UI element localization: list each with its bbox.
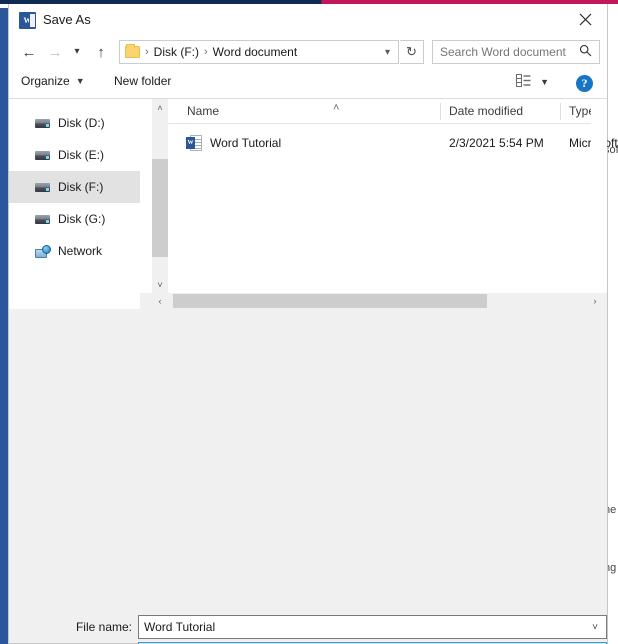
sort-ascending-icon: ˄ xyxy=(333,102,340,114)
refresh-icon[interactable]: ↻ xyxy=(400,40,424,64)
organize-button[interactable]: Organize ▼ xyxy=(21,74,85,88)
horizontal-scrollbar[interactable]: ‹ › xyxy=(140,293,607,309)
sidebar-item-label: Disk (D:) xyxy=(58,116,105,130)
search-input[interactable]: Search Word document xyxy=(432,40,600,64)
navigation-bar: ← → ▾ ↑ › Disk (F:) › Word document ▾ ↻ … xyxy=(9,36,607,68)
scroll-right-icon[interactable]: › xyxy=(587,293,603,309)
word-icon: W xyxy=(19,12,36,29)
chevron-down-icon[interactable]: ▾ xyxy=(385,47,390,58)
scroll-down-icon[interactable]: ˅ xyxy=(152,276,168,293)
chevron-down-icon: ▼ xyxy=(540,77,549,87)
save-as-dialog: W Save As ← → ▾ ↑ › Disk (F:) › Word doc… xyxy=(8,4,618,644)
save-form-area: File name: Save as type: Authors: Word T… xyxy=(9,309,607,644)
scroll-left-icon[interactable]: ‹ xyxy=(152,293,168,309)
dialog-titlebar: W Save As xyxy=(9,4,607,36)
sidebar-item-disk-f[interactable]: Disk (F:) xyxy=(9,171,140,203)
search-icon xyxy=(579,44,592,60)
sidebar-item-label: Network xyxy=(58,244,103,258)
organize-label: Organize xyxy=(21,74,70,88)
browser-body: Disk (D:) Disk (E:) Disk (F:) Disk (G:) xyxy=(9,99,618,309)
address-bar[interactable]: › Disk (F:) › Word document ▾ xyxy=(119,40,399,64)
close-icon[interactable] xyxy=(563,4,607,35)
command-toolbar: Organize ▼ New folder ▼ ? xyxy=(9,68,607,99)
tree-vertical-scrollbar[interactable]: ˄ ˅ xyxy=(152,99,168,293)
sidebar-item-label: Disk (E:) xyxy=(58,148,104,162)
file-list-vertical-scrollbar[interactable] xyxy=(591,99,607,293)
recent-locations-icon[interactable]: ▾ xyxy=(67,42,87,62)
breadcrumb-item-word-document[interactable]: Word document xyxy=(213,45,298,59)
table-row[interactable]: W Word Tutorial 2/3/2021 5:54 PM Microso… xyxy=(168,130,618,156)
sidebar-item-disk-e[interactable]: Disk (E:) xyxy=(9,139,140,171)
folder-icon xyxy=(125,44,140,58)
new-folder-button[interactable]: New folder xyxy=(114,74,171,88)
column-divider[interactable] xyxy=(440,103,441,120)
file-name-value: Word Tutorial xyxy=(144,620,216,634)
disk-drive-icon xyxy=(35,182,50,192)
sidebar-item-label: Disk (F:) xyxy=(58,180,104,194)
sidebar-item-disk-g[interactable]: Disk (G:) xyxy=(9,203,140,235)
disk-drive-icon xyxy=(35,150,50,160)
word-document-icon: W xyxy=(186,135,202,151)
file-name-label: File name: xyxy=(75,620,132,634)
column-header-date-modified[interactable]: Date modified xyxy=(449,104,523,118)
breadcrumb-item-disk-f[interactable]: Disk (F:) xyxy=(154,45,199,59)
file-date-cell: 2/3/2021 5:54 PM xyxy=(449,136,544,150)
view-options-button[interactable]: ▼ xyxy=(516,74,549,90)
scrollbar-thumb[interactable] xyxy=(152,159,168,257)
column-label: Name xyxy=(187,104,220,118)
dialog-title: Save As xyxy=(43,12,91,27)
view-layout-icon xyxy=(516,74,531,90)
file-name-cell: Word Tutorial xyxy=(210,136,282,150)
chevron-down-icon[interactable]: ˅ xyxy=(592,622,598,633)
column-header-name[interactable]: Name ˄ xyxy=(187,102,339,118)
network-icon xyxy=(35,244,51,258)
search-placeholder: Search Word document xyxy=(440,45,566,59)
new-folder-label: New folder xyxy=(114,74,172,88)
forward-arrow-icon[interactable]: → xyxy=(45,42,65,62)
column-divider[interactable] xyxy=(560,103,561,120)
navigation-tree: Disk (D:) Disk (E:) Disk (F:) Disk (G:) xyxy=(9,99,140,308)
file-name-input[interactable]: Word Tutorial ˅ xyxy=(138,615,607,639)
screen: Account Feedback Options soft ne ng W Sa… xyxy=(0,0,618,644)
column-header-row: Name ˄ Date modified Type xyxy=(168,99,607,124)
sidebar-item-label: Disk (G:) xyxy=(58,212,106,226)
disk-drive-icon xyxy=(35,118,50,128)
back-arrow-icon[interactable]: ← xyxy=(19,42,39,62)
breadcrumb-separator-0: › xyxy=(145,46,149,58)
scrollbar-thumb[interactable] xyxy=(173,294,487,308)
file-list-pane: Name ˄ Date modified Type W Word Tutoria… xyxy=(168,99,618,293)
sidebar-item-network[interactable]: Network xyxy=(9,235,140,267)
up-arrow-icon[interactable]: ↑ xyxy=(91,42,111,62)
chevron-down-icon: ▼ xyxy=(75,76,85,86)
scroll-up-icon[interactable]: ˄ xyxy=(152,99,168,116)
breadcrumb-separator-1: › xyxy=(204,46,208,58)
sidebar-item-disk-d[interactable]: Disk (D:) xyxy=(9,107,140,139)
disk-drive-icon xyxy=(35,214,50,224)
help-button[interactable]: ? xyxy=(576,75,593,92)
